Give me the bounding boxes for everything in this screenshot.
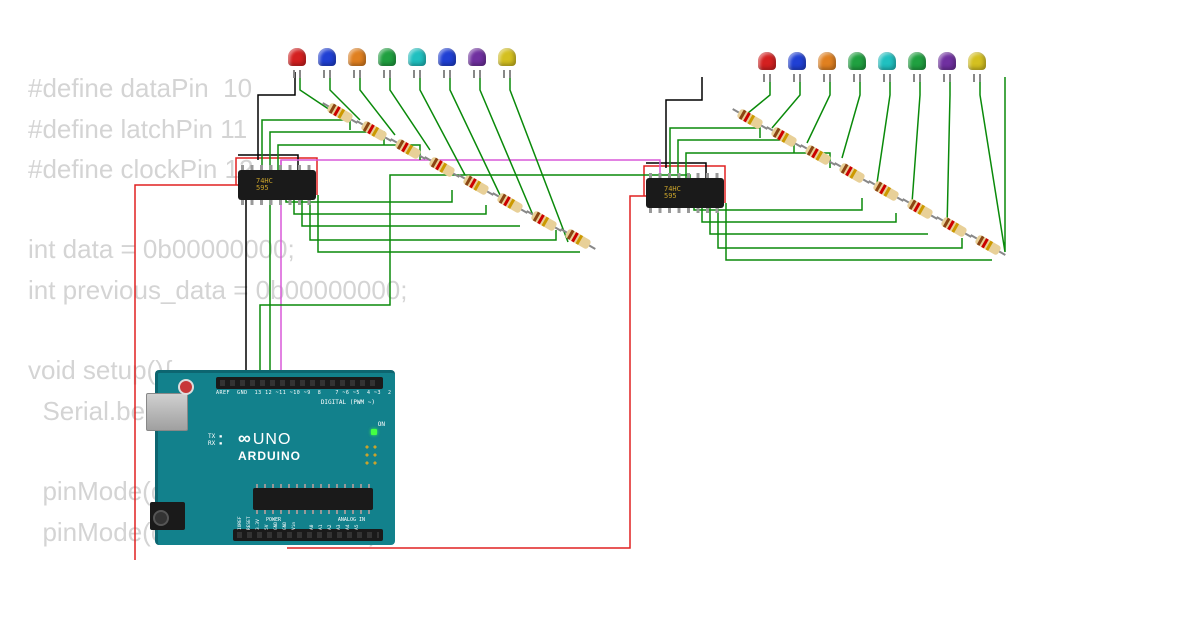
resistor-res-row-2-3 bbox=[832, 159, 872, 188]
model-label: UNO bbox=[253, 431, 292, 448]
led-led-row-1-3 bbox=[378, 48, 396, 72]
circuit-diagram: 74HC 595 74HC 595 AREF GND 13 12 ~11 ~10… bbox=[0, 0, 1200, 630]
on-label: ON bbox=[378, 421, 385, 428]
atmega-chip-icon bbox=[253, 488, 373, 510]
resistor-res-row-2-2 bbox=[798, 141, 838, 170]
resistor-res-row-2-0 bbox=[730, 105, 770, 134]
resistor-res-row-1-5 bbox=[490, 189, 530, 218]
led-led-row-2-6 bbox=[938, 52, 956, 76]
digital-label: DIGITAL (PWM ~) bbox=[321, 399, 375, 406]
resistor-res-row-1-4 bbox=[456, 171, 496, 200]
led-led-row-2-2 bbox=[818, 52, 836, 76]
resistor-res-row-2-4 bbox=[866, 177, 906, 206]
led-led-row-1-1 bbox=[318, 48, 336, 72]
led-led-row-2-0 bbox=[758, 52, 776, 76]
resistor-res-row-1-2 bbox=[388, 135, 428, 164]
resistor-res-row-2-6 bbox=[934, 213, 974, 242]
led-led-row-1-2 bbox=[348, 48, 366, 72]
led-led-row-2-3 bbox=[848, 52, 866, 76]
led-led-row-2-1 bbox=[788, 52, 806, 76]
led-led-row-1-5 bbox=[438, 48, 456, 72]
led-led-row-2-5 bbox=[908, 52, 926, 76]
shift-register-2: 74HC 595 bbox=[646, 178, 724, 208]
brand-label: ARDUINO bbox=[238, 449, 301, 463]
led-led-row-1-7 bbox=[498, 48, 516, 72]
digital-header bbox=[216, 377, 383, 389]
led-led-row-1-0 bbox=[288, 48, 306, 72]
arduino-board: AREF GND 13 12 ~11 ~10 ~9 8 7 ~6 ~5 4 ~3… bbox=[155, 370, 395, 545]
arduino-logo: ∞UNO ARDUINO bbox=[238, 428, 301, 463]
resistor-res-row-1-3 bbox=[422, 153, 462, 182]
resistor-res-row-1-0 bbox=[320, 99, 360, 128]
resistor-res-row-1-1 bbox=[354, 117, 394, 146]
resistor-res-row-1-7 bbox=[558, 225, 598, 254]
led-led-row-1-6 bbox=[468, 48, 486, 72]
infinity-icon: ∞ bbox=[238, 428, 249, 448]
power-analog-header bbox=[233, 529, 383, 541]
resistor-res-row-2-1 bbox=[764, 123, 804, 152]
led-led-row-2-4 bbox=[878, 52, 896, 76]
resistor-res-row-2-5 bbox=[900, 195, 940, 224]
power-led-icon bbox=[371, 429, 377, 435]
reset-button bbox=[178, 379, 194, 395]
top-pin-labels: AREF GND 13 12 ~11 ~10 ~9 8 7 ~6 ~5 4 ~3… bbox=[216, 390, 413, 396]
led-led-row-1-4 bbox=[408, 48, 426, 72]
resistor-res-row-2-7 bbox=[968, 231, 1008, 260]
ic-label: 74HC 595 bbox=[256, 178, 273, 192]
resistor-res-row-1-6 bbox=[524, 207, 564, 236]
led-led-row-2-7 bbox=[968, 52, 986, 76]
bottom-pin-labels: IOREFRESET3.3V5VGNDGNDVinA0A1A2A3A4A5 bbox=[236, 523, 362, 528]
usb-port-icon bbox=[146, 393, 188, 431]
ic-label: 74HC 595 bbox=[664, 186, 681, 200]
shift-register-1: 74HC 595 bbox=[238, 170, 316, 200]
txrx-labels: TX ▪RX ▪ bbox=[208, 433, 222, 447]
power-jack-icon bbox=[150, 502, 185, 530]
icsp-header-icon bbox=[363, 443, 379, 465]
